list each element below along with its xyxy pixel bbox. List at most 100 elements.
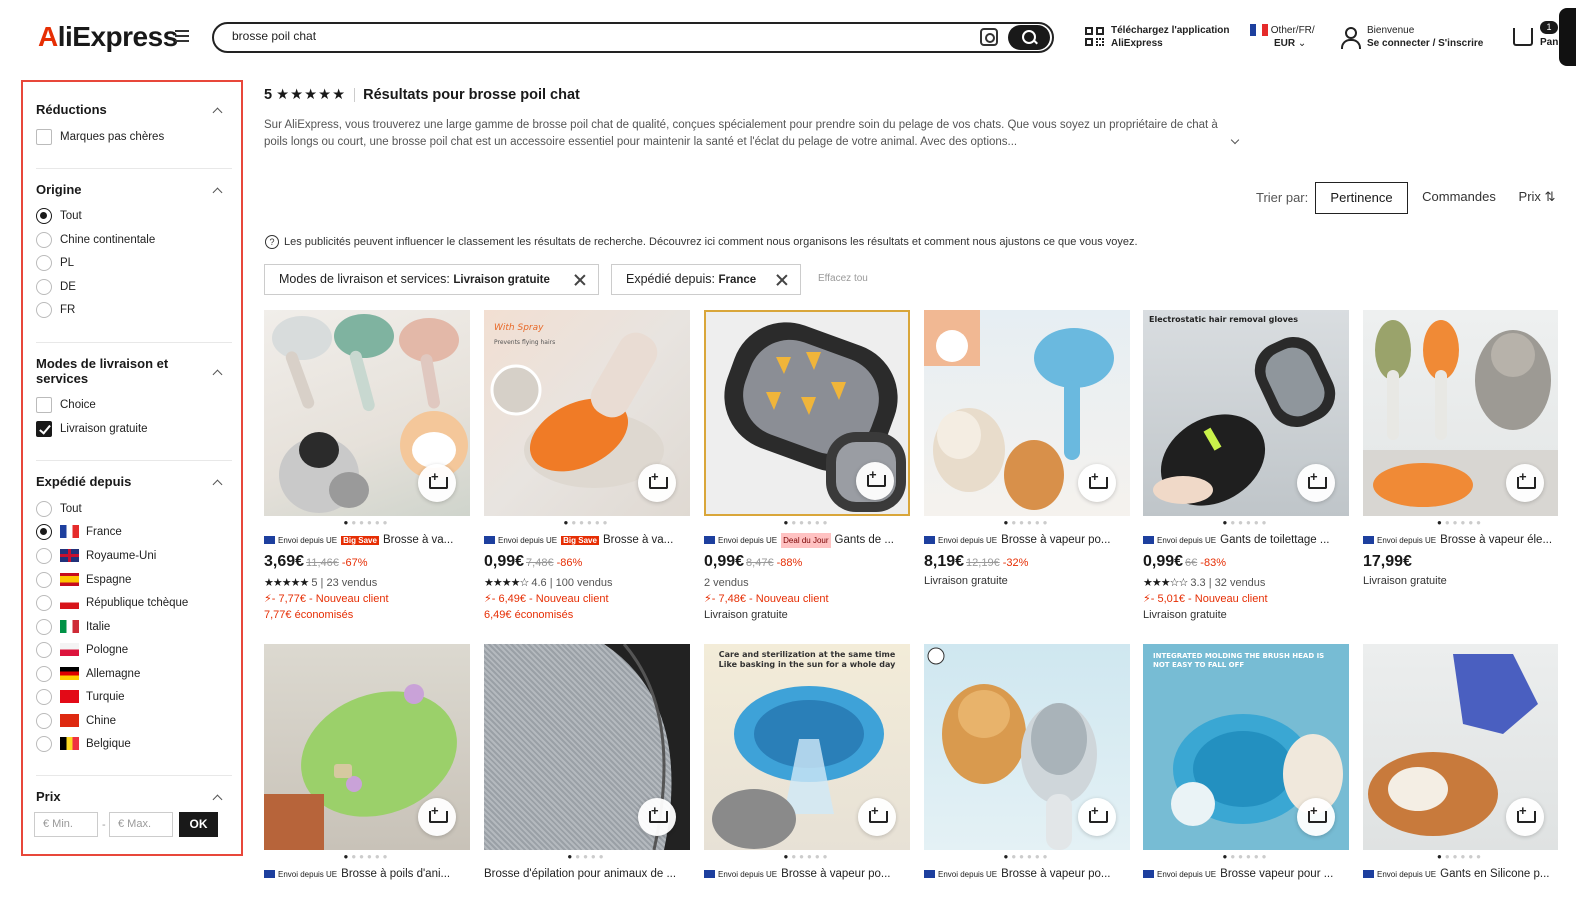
product-card[interactable]: ●●●●●● Envoi depuis UEBrosse à vapeur él… bbox=[1363, 310, 1558, 589]
aliexpress-logo[interactable]: AliExpress bbox=[38, 21, 178, 53]
close-icon[interactable] bbox=[776, 274, 788, 286]
product-image[interactable] bbox=[264, 310, 470, 516]
expand-chevron-icon[interactable] bbox=[1230, 135, 1240, 145]
product-image[interactable]: INTEGRATED MOLDING THE BRUSH HEAD IS NOT… bbox=[1143, 644, 1349, 850]
filter-title-reductions[interactable]: Réductions bbox=[36, 102, 107, 117]
radio-button[interactable] bbox=[36, 594, 52, 611]
radio-button[interactable] bbox=[36, 571, 52, 588]
filter-option[interactable]: Espagne bbox=[36, 571, 131, 589]
product-card[interactable]: ●●●●●● Envoi depuis UEBrosse à poils d'a… bbox=[264, 644, 470, 882]
radio-button[interactable] bbox=[36, 735, 52, 752]
product-card[interactable]: ●●●●●● Envoi depuis UEDeal du JourGants … bbox=[704, 310, 910, 623]
product-image[interactable] bbox=[264, 644, 470, 850]
qr-code-icon[interactable] bbox=[1085, 27, 1105, 47]
question-icon[interactable]: ? bbox=[265, 235, 279, 249]
product-card[interactable]: ●●●●●● Envoi depuis UEBrosse à vapeur po… bbox=[924, 310, 1130, 589]
filter-option[interactable]: Tout bbox=[36, 207, 82, 225]
add-to-cart-icon[interactable] bbox=[858, 798, 896, 836]
radio-button[interactable] bbox=[36, 523, 52, 540]
radio-button[interactable] bbox=[36, 641, 52, 658]
hamburger-menu-icon[interactable] bbox=[175, 30, 189, 44]
product-image[interactable]: Electrostatic hair removal gloves bbox=[1143, 310, 1349, 516]
price-min-input[interactable]: € Min. bbox=[34, 812, 98, 837]
price-max-input[interactable]: € Max. bbox=[109, 812, 173, 837]
filter-option[interactable]: Marques pas chères bbox=[36, 128, 164, 146]
product-card[interactable]: With Spray Prevents flying hairs ●●●●●● … bbox=[484, 310, 690, 623]
filter-option[interactable]: Italie bbox=[36, 618, 110, 636]
filter-option[interactable]: Livraison gratuite bbox=[36, 420, 148, 438]
product-card[interactable]: ●●●●●● Envoi depuis UEBrosse à vapeur po… bbox=[924, 644, 1130, 882]
product-image[interactable] bbox=[484, 644, 690, 850]
filter-option[interactable]: Turquie bbox=[36, 688, 125, 706]
product-image[interactable] bbox=[1363, 644, 1558, 850]
radio-button[interactable] bbox=[36, 712, 52, 729]
image-search-icon[interactable] bbox=[980, 28, 998, 46]
filter-option[interactable]: Chine bbox=[36, 712, 116, 730]
radio-button[interactable] bbox=[36, 254, 52, 271]
clear-all-link[interactable]: Effacez tou bbox=[818, 273, 868, 284]
checkbox[interactable] bbox=[36, 396, 52, 413]
product-image[interactable] bbox=[704, 310, 910, 516]
radio-button[interactable] bbox=[36, 618, 52, 635]
add-to-cart-icon[interactable] bbox=[1297, 798, 1335, 836]
filter-option[interactable]: FR bbox=[36, 301, 75, 319]
product-card[interactable]: Care and sterilization at the same time … bbox=[704, 644, 910, 882]
sort-orders[interactable]: Commandes bbox=[1412, 182, 1506, 214]
add-to-cart-icon[interactable] bbox=[638, 798, 676, 836]
sort-pertinence[interactable]: Pertinence bbox=[1315, 182, 1408, 214]
product-card[interactable]: INTEGRATED MOLDING THE BRUSH HEAD IS NOT… bbox=[1143, 644, 1349, 882]
search-input[interactable] bbox=[232, 29, 932, 43]
active-filter-chip-delivery[interactable]: Modes de livraison et services: Livraiso… bbox=[264, 264, 599, 295]
filter-option[interactable]: DE bbox=[36, 278, 76, 296]
filter-option[interactable]: PL bbox=[36, 254, 74, 272]
chevron-up-icon[interactable] bbox=[212, 107, 223, 118]
account-link[interactable]: Bienvenue Se connecter / S'inscrire bbox=[1367, 24, 1483, 50]
download-app-link[interactable]: Téléchargez l'application AliExpress bbox=[1111, 24, 1230, 50]
radio-button[interactable] bbox=[36, 500, 52, 517]
chevron-up-icon[interactable] bbox=[212, 369, 223, 380]
product-image[interactable]: With Spray Prevents flying hairs bbox=[484, 310, 690, 516]
radio-button[interactable] bbox=[36, 278, 52, 295]
filter-option[interactable]: Allemagne bbox=[36, 665, 140, 683]
product-card[interactable]: ●●●●●● Envoi depuis UEBig SaveBrosse à v… bbox=[264, 310, 470, 623]
add-to-cart-icon[interactable] bbox=[418, 798, 456, 836]
sort-price[interactable]: Prix ⇅ bbox=[1514, 182, 1560, 214]
filter-title-delivery[interactable]: Modes de livraison et services bbox=[36, 356, 168, 386]
filter-title-price[interactable]: Prix bbox=[36, 789, 61, 804]
side-panel-tab[interactable] bbox=[1559, 8, 1576, 66]
add-to-cart-icon[interactable] bbox=[1297, 464, 1335, 502]
add-to-cart-icon[interactable] bbox=[1078, 464, 1116, 502]
product-image[interactable] bbox=[1363, 310, 1558, 516]
radio-button[interactable] bbox=[36, 547, 52, 564]
product-card[interactable]: ●●●●●● Envoi depuis UEGants en Silicone … bbox=[1363, 644, 1558, 882]
product-card[interactable]: ●●●●● Brosse d'épilation pour animaux de… bbox=[484, 644, 690, 882]
filter-option[interactable]: Pologne bbox=[36, 641, 128, 659]
filter-option[interactable]: Chine continentale bbox=[36, 231, 155, 249]
active-filter-chip-origin[interactable]: Expédié depuis: France bbox=[611, 264, 801, 295]
checkbox[interactable] bbox=[36, 128, 52, 145]
radio-button[interactable] bbox=[36, 207, 52, 224]
radio-button[interactable] bbox=[36, 665, 52, 682]
filter-option[interactable]: Belgique bbox=[36, 735, 131, 753]
add-to-cart-icon[interactable] bbox=[856, 462, 894, 500]
filter-title-origin[interactable]: Origine bbox=[36, 182, 82, 197]
radio-button[interactable] bbox=[36, 688, 52, 705]
product-image[interactable]: Care and sterilization at the same time … bbox=[704, 644, 910, 850]
add-to-cart-icon[interactable] bbox=[418, 464, 456, 502]
price-ok-button[interactable]: OK bbox=[179, 812, 218, 837]
add-to-cart-icon[interactable] bbox=[1506, 798, 1544, 836]
chevron-up-icon[interactable] bbox=[212, 479, 223, 490]
product-image[interactable] bbox=[924, 310, 1130, 516]
close-icon[interactable] bbox=[574, 274, 586, 286]
user-icon[interactable] bbox=[1340, 27, 1361, 49]
filter-option[interactable]: Royaume-Uni bbox=[36, 547, 156, 565]
chevron-up-icon[interactable] bbox=[212, 187, 223, 198]
cart-icon[interactable] bbox=[1513, 28, 1533, 46]
locale-selector[interactable]: Other/FR/ EUR ⌄ bbox=[1250, 24, 1315, 50]
add-to-cart-icon[interactable] bbox=[1078, 798, 1116, 836]
filter-option[interactable]: Tout bbox=[36, 500, 82, 518]
product-card[interactable]: Electrostatic hair removal gloves ●●●●●●… bbox=[1143, 310, 1349, 623]
checkbox[interactable] bbox=[36, 420, 52, 437]
radio-button[interactable] bbox=[36, 301, 52, 318]
add-to-cart-icon[interactable] bbox=[638, 464, 676, 502]
